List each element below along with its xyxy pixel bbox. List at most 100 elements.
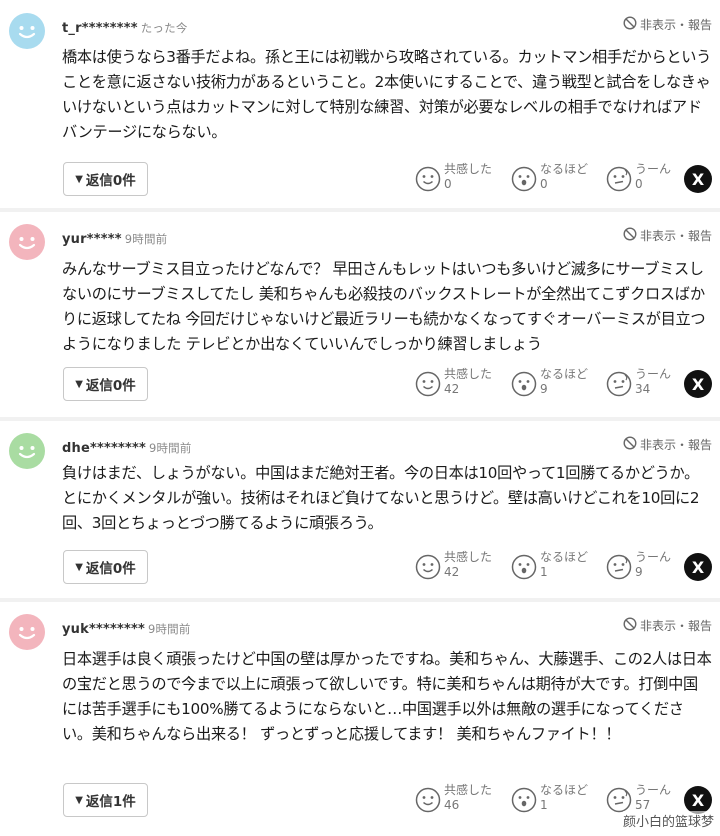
comment-text: 橋本は使うなら3番手だよね。孫と王には初戦から攻略されている。カットマン相手だか… xyxy=(62,48,712,141)
reply-label: 返信0件 xyxy=(85,561,136,577)
reaction-count: 0 xyxy=(635,177,643,191)
reaction-hmm-button[interactable]: うーん 0 xyxy=(606,162,671,192)
caret-down-icon: ▼ xyxy=(75,378,83,390)
hide-report-button[interactable]: 非表示・報告 xyxy=(623,16,712,33)
reaction-insight-button[interactable]: なるほど 9 xyxy=(511,367,588,397)
reply-button[interactable]: ▼ 返信1件 xyxy=(63,783,148,817)
reaction-insight-button[interactable]: なるほど 1 xyxy=(511,550,588,580)
reaction-label: うーん xyxy=(635,783,672,797)
empathy-face-icon xyxy=(415,166,441,192)
reaction-count: 1 xyxy=(540,798,548,812)
reaction-label: うーん xyxy=(635,367,672,381)
hmm-face-icon xyxy=(606,166,632,192)
caret-down-icon: ▼ xyxy=(75,173,83,185)
x-share-icon[interactable]: X xyxy=(684,786,712,814)
hide-report-label: 非表示・報告 xyxy=(639,619,712,633)
avatar xyxy=(9,433,45,469)
reaction-count: 42 xyxy=(444,565,460,579)
reply-label: 返信0件 xyxy=(85,378,136,394)
hide-report-label: 非表示・報告 xyxy=(639,18,712,32)
comment-text: 日本選手は良く頑張ったけど中国の壁は厚かったですね。美和ちゃん、大藤選手、この2… xyxy=(62,650,712,743)
block-icon xyxy=(623,227,637,244)
reaction-empathy-button[interactable]: 共感した 42 xyxy=(415,367,492,397)
reaction-text: なるほど 9 xyxy=(540,367,588,397)
reaction-insight-button[interactable]: なるほど 0 xyxy=(511,162,588,192)
reaction-count: 0 xyxy=(540,177,548,191)
timestamp: 9時間前 xyxy=(124,232,168,246)
reaction-label: 共感した xyxy=(444,550,493,564)
reaction-hmm-button[interactable]: うーん 9 xyxy=(606,550,671,580)
reaction-label: なるほど xyxy=(540,783,589,797)
reply-button[interactable]: ▼ 返信0件 xyxy=(63,162,148,196)
reply-label: 返信0件 xyxy=(85,173,136,189)
reaction-label: うーん xyxy=(635,550,672,564)
block-icon xyxy=(623,16,637,33)
caret-down-icon: ▼ xyxy=(75,794,83,806)
block-icon xyxy=(623,436,637,453)
caret-down-icon: ▼ xyxy=(75,561,83,573)
reaction-count: 34 xyxy=(635,382,651,396)
hide-report-button[interactable]: 非表示・報告 xyxy=(623,227,712,244)
reaction-empathy-button[interactable]: 共感した 46 xyxy=(415,783,492,813)
avatar xyxy=(9,224,45,260)
reaction-empathy-button[interactable]: 共感した 0 xyxy=(415,162,492,192)
reaction-count: 9 xyxy=(540,382,548,396)
reaction-text: うーん 9 xyxy=(635,550,671,580)
hide-report-label: 非表示・報告 xyxy=(639,229,712,243)
reaction-text: なるほど 1 xyxy=(540,550,588,580)
reaction-label: 共感した xyxy=(444,783,493,797)
reaction-count: 46 xyxy=(444,798,460,812)
comment-item: dhe******** 9時間前 非表示・報告 負けはまだ、しょうがない。中国はまだ絶… xyxy=(0,420,720,598)
username: yuk******** 9時間前 xyxy=(62,621,191,637)
reply-button[interactable]: ▼ 返信0件 xyxy=(63,550,148,584)
hmm-face-icon xyxy=(606,554,632,580)
reaction-label: うーん xyxy=(635,162,672,176)
timestamp: 9時間前 xyxy=(148,441,192,455)
reaction-text: 共感した 46 xyxy=(444,783,492,813)
reaction-hmm-button[interactable]: うーん 34 xyxy=(606,367,671,397)
avatar xyxy=(9,13,45,49)
reply-label: 返信1件 xyxy=(85,794,136,810)
hide-report-button[interactable]: 非表示・報告 xyxy=(623,617,712,634)
comment-item: yuk******** 9時間前 非表示・報告日本選手は良く頑張ったけど中国の壁は厚… xyxy=(0,601,720,836)
reaction-text: なるほど 1 xyxy=(540,783,588,813)
hmm-face-icon xyxy=(606,371,632,397)
reaction-text: うーん 57 xyxy=(635,783,671,813)
reply-button[interactable]: ▼ 返信0件 xyxy=(63,367,148,401)
reaction-empathy-button[interactable]: 共感した 42 xyxy=(415,550,492,580)
reaction-text: 共感した 0 xyxy=(444,162,492,192)
insight-face-icon xyxy=(511,166,537,192)
reaction-label: なるほど xyxy=(540,367,589,381)
username: yur***** 9時間前 xyxy=(62,231,167,247)
hide-report-label: 非表示・報告 xyxy=(639,438,712,452)
reaction-text: 共感した 42 xyxy=(444,550,492,580)
username: dhe******** 9時間前 xyxy=(62,440,192,456)
reaction-count: 0 xyxy=(444,177,452,191)
reaction-text: うーん 34 xyxy=(635,367,671,397)
insight-face-icon xyxy=(511,371,537,397)
reaction-label: なるほど xyxy=(540,162,589,176)
x-share-icon[interactable]: X xyxy=(684,553,712,581)
username-text: yur***** xyxy=(62,232,122,247)
username-text: dhe******** xyxy=(62,441,146,456)
comment-item: yur***** 9時間前 非表示・報告 みんなサーブミス目立ったけどなんで？ 早田さ… xyxy=(0,211,720,417)
watermark: 颜小白的篮球梦 xyxy=(622,811,714,830)
reaction-label: 共感した xyxy=(444,367,493,381)
empathy-face-icon xyxy=(415,554,441,580)
x-share-icon[interactable]: X xyxy=(684,370,712,398)
username-text: t_r******** xyxy=(62,21,138,36)
hide-report-button[interactable]: 非表示・報告 xyxy=(623,436,712,453)
reaction-insight-button[interactable]: なるほど 1 xyxy=(511,783,588,813)
avatar xyxy=(9,614,45,650)
empathy-face-icon xyxy=(415,371,441,397)
x-share-icon[interactable]: X xyxy=(684,165,712,193)
timestamp: たった今 xyxy=(140,21,188,35)
reaction-count: 42 xyxy=(444,382,460,396)
reaction-label: 共感した xyxy=(444,162,493,176)
insight-face-icon xyxy=(511,787,537,813)
comment-item: t_r******** たった今 非表示・報告橋本は使うなら3番手だよね。孫と王には… xyxy=(0,0,720,208)
empathy-face-icon xyxy=(415,787,441,813)
reaction-count: 9 xyxy=(635,565,643,579)
reaction-hmm-button[interactable]: うーん 57 xyxy=(606,783,671,813)
username: t_r******** たった今 xyxy=(62,20,188,36)
